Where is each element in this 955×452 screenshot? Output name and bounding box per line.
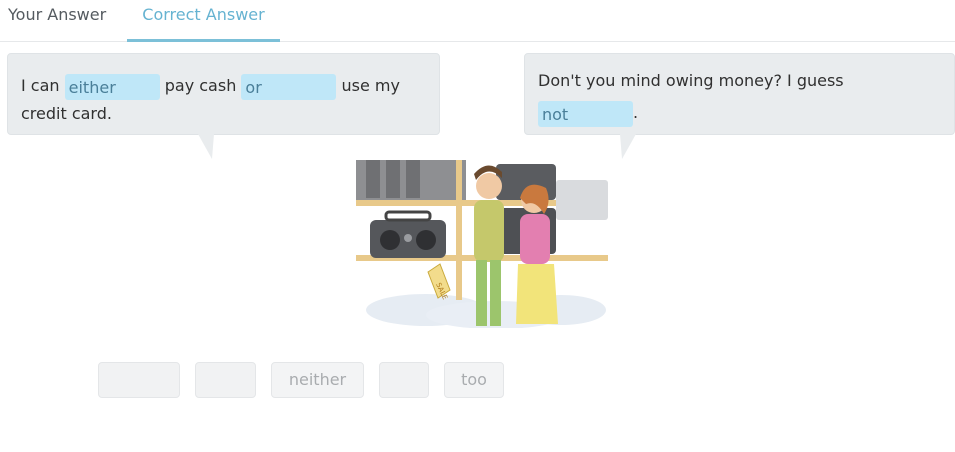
shopping-couple-illustration: SALE [356, 160, 608, 328]
word-bank-chip-empty[interactable] [195, 362, 256, 398]
sentence-text: Don't you mind owing money? I guess [538, 71, 844, 90]
tab-your-answer[interactable]: Your Answer [8, 0, 106, 42]
word-bank-chip-empty[interactable] [379, 362, 429, 398]
bubble-tail-right [620, 134, 636, 159]
answer-blank-1[interactable]: either [64, 73, 160, 100]
sentence-text: pay cash [164, 76, 237, 95]
answer-blank-2[interactable]: or [241, 73, 337, 100]
word-bank-chip-too[interactable]: too [444, 362, 504, 398]
speech-bubble-right: Don't you mind owing money? I guess not. [524, 53, 955, 135]
sentence-text: I can [21, 76, 60, 95]
speech-bubble-left: I can either pay cash or use my credit c… [7, 53, 440, 135]
answer-blank-3[interactable]: not [538, 100, 633, 127]
tab-correct-answer[interactable]: Correct Answer [127, 0, 280, 42]
bubble-tail-left [198, 134, 214, 159]
word-bank-chip-empty[interactable] [98, 362, 180, 398]
sentence-text: . [633, 103, 639, 122]
answer-tabs: Your Answer Correct Answer [0, 0, 955, 42]
word-bank-chip-neither[interactable]: neither [271, 362, 364, 398]
